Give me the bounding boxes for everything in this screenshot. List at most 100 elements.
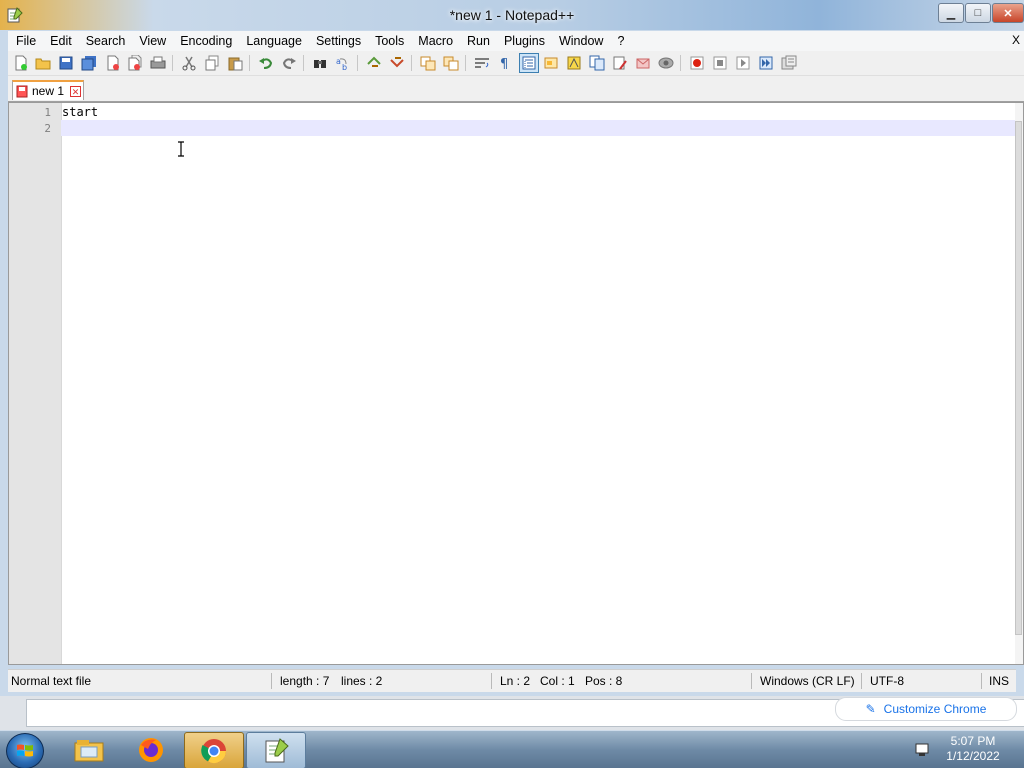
taskbar: 5:07 PM 1/12/2022 <box>0 730 1024 768</box>
vertical-scrollbar[interactable] <box>1015 103 1023 664</box>
status-col: Col : 1 <box>540 674 575 688</box>
indent-guide-icon[interactable] <box>519 53 539 73</box>
sync-vertical-icon[interactable] <box>419 54 437 72</box>
scrollbar-thumb[interactable] <box>1015 121 1022 635</box>
show-all-chars-icon[interactable]: ¶ <box>496 54 514 72</box>
status-ln: Ln : 2 <box>500 674 531 688</box>
menu-search[interactable]: Search <box>78 31 132 51</box>
text-cursor-icon <box>178 141 184 157</box>
svg-text:a: a <box>336 57 341 66</box>
toolbar-separator <box>357 55 358 71</box>
new-file-icon[interactable] <box>12 54 30 72</box>
notepadpp-taskbar-button[interactable] <box>246 732 306 768</box>
toolbar-separator <box>249 55 250 71</box>
eye-icon[interactable] <box>657 54 675 72</box>
close-all-icon[interactable] <box>126 54 144 72</box>
undo-icon[interactable] <box>257 54 275 72</box>
unsaved-file-icon <box>16 85 28 97</box>
menu-edit[interactable]: Edit <box>42 31 78 51</box>
stop-record-icon[interactable] <box>711 54 729 72</box>
clock-date: 1/12/2022 <box>946 749 1000 763</box>
menu-bar: File Edit Search View Encoding Language … <box>8 31 1024 51</box>
status-pos: Pos : 8 <box>585 674 623 688</box>
svg-text:b: b <box>342 63 347 71</box>
customize-chrome-button[interactable]: ✎ Customize Chrome <box>835 697 1017 721</box>
close-button[interactable]: ✕ <box>992 3 1024 23</box>
explorer-taskbar-button[interactable] <box>60 732 118 767</box>
menu-view[interactable]: View <box>131 31 172 51</box>
firefox-icon <box>139 737 163 762</box>
start-button[interactable] <box>6 733 44 768</box>
chrome-taskbar-button[interactable] <box>184 732 244 768</box>
record-macro-icon[interactable] <box>688 54 706 72</box>
save-all-icon[interactable] <box>80 54 98 72</box>
function-list-icon[interactable] <box>588 54 606 72</box>
redo-icon[interactable] <box>280 54 298 72</box>
tab-new-1[interactable]: new 1 ✕ <box>12 80 84 100</box>
status-bar: Normal text file length : 7 lines : 2 Ln… <box>8 669 1016 692</box>
print-icon[interactable] <box>149 54 167 72</box>
save-macro-icon[interactable] <box>780 54 798 72</box>
toolbar-separator <box>411 55 412 71</box>
copy-icon[interactable] <box>203 54 221 72</box>
zoom-in-icon[interactable] <box>365 54 383 72</box>
paste-icon[interactable] <box>226 54 244 72</box>
svg-text:¶: ¶ <box>500 57 508 71</box>
window-title: *new 1 - Notepad++ <box>449 7 575 23</box>
menu-file[interactable]: File <box>8 31 42 51</box>
menu-plugins[interactable]: Plugins <box>496 31 551 51</box>
replace-icon[interactable]: ab <box>334 54 352 72</box>
status-separator <box>751 673 752 689</box>
monitoring-icon[interactable] <box>634 54 652 72</box>
status-mode: INS <box>989 674 1010 688</box>
menu-help[interactable]: ? <box>609 31 630 51</box>
menu-macro[interactable]: Macro <box>410 31 459 51</box>
code-line-text: start <box>62 105 99 119</box>
status-separator <box>271 673 272 689</box>
folder-as-workspace-icon[interactable] <box>611 54 629 72</box>
menu-encoding[interactable]: Encoding <box>172 31 238 51</box>
menu-settings[interactable]: Settings <box>308 31 367 51</box>
toolbar: ab ¶ <box>8 51 1024 76</box>
doc-map-icon[interactable] <box>565 54 583 72</box>
sync-horizontal-icon[interactable] <box>442 54 460 72</box>
toolbar-separator <box>303 55 304 71</box>
customize-chrome-label: Customize Chrome <box>883 702 987 716</box>
close-document-x[interactable]: X <box>1012 33 1020 47</box>
firefox-taskbar-button[interactable] <box>122 732 180 767</box>
tab-bar: new 1 ✕ <box>8 76 1024 102</box>
play-macro-icon[interactable] <box>734 54 752 72</box>
code-line[interactable]: start <box>61 104 1017 120</box>
menu-language[interactable]: Language <box>238 31 308 51</box>
status-separator <box>981 673 982 689</box>
cut-icon[interactable] <box>180 54 198 72</box>
system-clock[interactable]: 5:07 PM 1/12/2022 <box>940 734 1006 764</box>
open-file-icon[interactable] <box>34 54 52 72</box>
network-icon[interactable] <box>914 741 932 759</box>
close-icon[interactable] <box>104 54 122 72</box>
notepadpp-icon <box>265 737 289 762</box>
save-icon[interactable] <box>57 54 75 72</box>
zoom-out-icon[interactable] <box>388 54 406 72</box>
menu-run[interactable]: Run <box>459 31 496 51</box>
run-macro-multiple-icon[interactable] <box>757 54 775 72</box>
minimize-button[interactable]: ▁ <box>938 3 964 23</box>
udl-icon[interactable] <box>542 54 560 72</box>
status-length: length : 7 <box>280 674 330 688</box>
menu-tools[interactable]: Tools <box>367 31 410 51</box>
status-separator <box>491 673 492 689</box>
status-encoding: UTF-8 <box>870 674 904 688</box>
tab-close-icon[interactable]: ✕ <box>70 85 82 97</box>
line-number: 1 <box>44 106 51 119</box>
maximize-button[interactable]: □ <box>965 3 991 23</box>
find-icon[interactable] <box>311 54 329 72</box>
toolbar-separator <box>172 55 173 71</box>
word-wrap-icon[interactable] <box>473 54 491 72</box>
menu-window[interactable]: Window <box>551 31 609 51</box>
tab-label: new 1 <box>32 84 65 98</box>
toolbar-separator <box>680 55 681 71</box>
text-editor[interactable]: 1 2 start <box>8 102 1024 665</box>
code-line-current[interactable] <box>61 120 1017 136</box>
title-bar[interactable]: *new 1 - Notepad++ ▁ □ ✕ <box>0 0 1024 30</box>
status-file-type: Normal text file <box>11 674 92 688</box>
